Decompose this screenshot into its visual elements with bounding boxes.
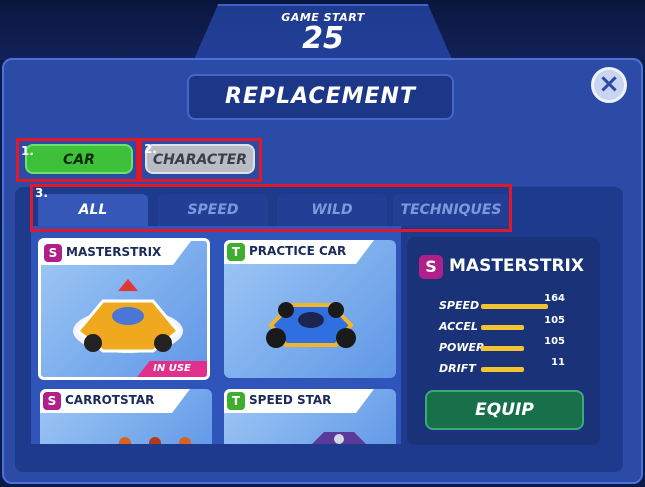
stat-bar-speed [481,304,548,309]
detail-rarity-badge: S [419,255,443,279]
stat-bar-drift [481,367,524,372]
stat-label-speed: SPEED [439,299,480,312]
game-start-timer: GAME START 25 [192,4,454,64]
close-icon[interactable]: × [591,67,627,103]
car-card-carrotstar[interactable]: S CARROTSTAR [40,389,212,444]
card-name: MASTERSTRIX [66,245,162,259]
countdown-value: 25 [302,21,344,56]
stat-label-accel: ACCEL [439,320,478,333]
annotation-label-3: 3. [35,186,48,200]
stat-label-power: POWER [439,341,485,354]
card-name: CARROTSTAR [65,393,155,407]
stat-bar-accel [481,325,524,330]
card-name: SPEED STAR [249,393,332,407]
rarity-badge: S [43,392,61,410]
stat-value-accel: 105 [544,315,565,326]
practice-car-image [266,302,356,348]
rarity-badge: T [227,243,245,261]
card-name: PRACTICE CAR [249,244,347,258]
annotation-box-2 [139,138,262,182]
equip-button[interactable]: EQUIP [425,390,584,430]
stat-label-drift: DRIFT [439,362,476,375]
annotation-box-1 [16,138,139,182]
panel-title: REPLACEMENT [187,74,454,120]
detail-car-name: MASTERSTRIX [449,256,584,276]
car-grid: S MASTERSTRIX IN USE T PRACTICE CAR S CA… [31,226,401,444]
car-card-practice-car[interactable]: T PRACTICE CAR [224,240,396,378]
stat-value-speed: 164 [544,293,565,304]
speed-star-car-image [312,432,366,444]
rarity-badge: S [44,244,62,262]
annotation-label-1: 1. [21,144,34,158]
carrotstar-car-image [119,437,191,444]
car-card-masterstrix[interactable]: S MASTERSTRIX IN USE [38,238,210,380]
stat-value-drift: 11 [551,357,565,368]
car-detail-panel: S MASTERSTRIX SPEED 164 ACCEL 105 POWER … [407,237,600,445]
car-card-speed-star[interactable]: T SPEED STAR [224,389,396,444]
annotation-box-3 [30,184,512,232]
annotation-label-2: 2. [144,142,157,156]
stat-value-power: 105 [544,336,565,347]
stat-bar-power [481,346,524,351]
masterstrix-car-image [73,279,183,353]
rarity-badge: T [227,392,245,410]
